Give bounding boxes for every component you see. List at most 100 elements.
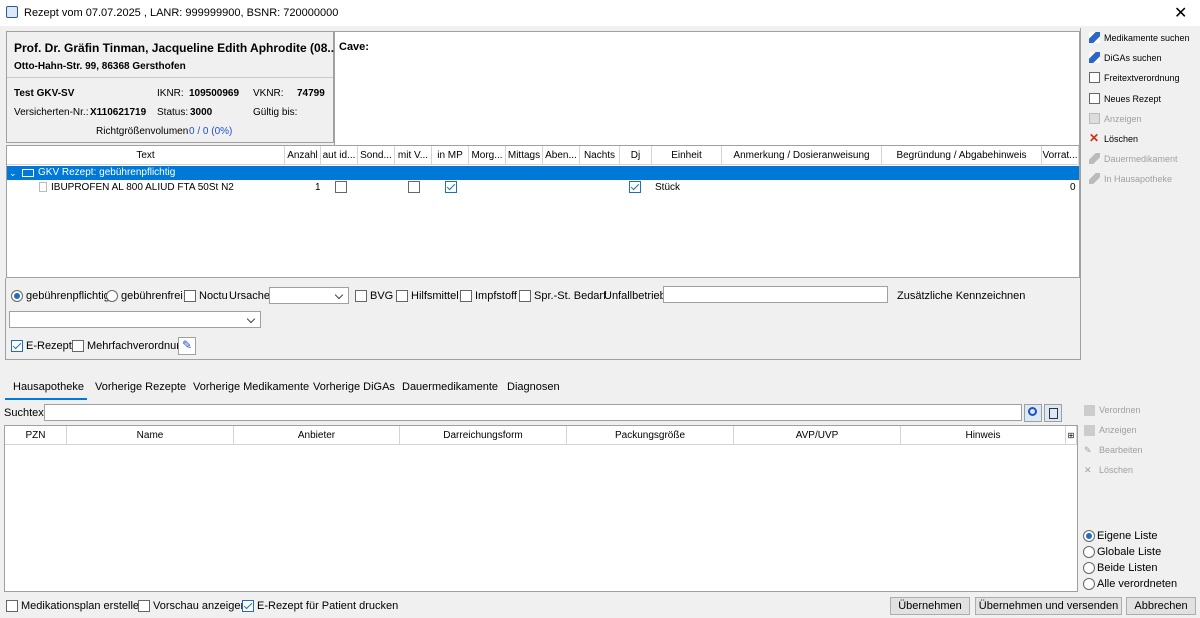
active-tab-indicator	[5, 398, 87, 400]
erezept-druck-label: E-Rezept für Patient drucken	[257, 600, 399, 612]
medplan-checkbox[interactable]	[6, 600, 18, 612]
loeschen-lower-button[interactable]: ✕ Löschen	[1084, 461, 1133, 479]
col-anzahl[interactable]: Anzahl	[285, 146, 321, 165]
col-begruendung[interactable]: Begründung / Abgabehinweis	[882, 146, 1042, 165]
col-morg[interactable]: Morg...	[469, 146, 506, 165]
hilfsmittel-label: Hilfsmittel	[411, 290, 459, 302]
noctu-label: Noctu	[199, 290, 228, 302]
inmp-checkbox[interactable]	[445, 181, 457, 193]
uebernehmen-versenden-button[interactable]: Übernehmen und versenden	[975, 597, 1122, 615]
ursache-dropdown[interactable]	[269, 287, 349, 304]
autid-checkbox[interactable]	[335, 181, 347, 193]
tab-vorherige-medikamente[interactable]: Vorherige Medikamente	[193, 381, 309, 393]
col-einheit[interactable]: Einheit	[652, 146, 722, 165]
anzeigen-button[interactable]: Anzeigen	[1088, 110, 1192, 128]
gebuehrenfrei-label: gebührenfrei	[121, 290, 183, 302]
col-mitv[interactable]: mit V...	[395, 146, 432, 165]
col-anmerkung[interactable]: Anmerkung / Dosieranweisung	[722, 146, 882, 165]
vknr-value: 74799	[297, 88, 325, 99]
col-autid[interactable]: aut id...	[321, 146, 358, 165]
erezept-checkbox[interactable]	[11, 340, 23, 352]
zusatz-dropdown[interactable]	[9, 311, 261, 328]
view-icon	[1084, 425, 1095, 437]
col-nachts[interactable]: Nachts	[580, 146, 620, 165]
unfallbetrieb-input[interactable]	[663, 286, 888, 303]
einheit-value[interactable]: Stück	[655, 180, 680, 195]
loeschen-button[interactable]: ✕ Löschen	[1088, 130, 1192, 148]
col-hinweis[interactable]: Hinweis	[901, 426, 1066, 445]
globale-liste-radio[interactable]	[1083, 546, 1095, 558]
anzeigen-lower-button[interactable]: Anzeigen	[1084, 421, 1137, 439]
dauermedikament-button[interactable]: Dauermedikament	[1088, 150, 1192, 168]
mehrfach-checkbox[interactable]	[72, 340, 84, 352]
col-inmp[interactable]: in MP	[432, 146, 469, 165]
document-icon	[39, 182, 47, 192]
dj-checkbox[interactable]	[629, 181, 641, 193]
col-avp[interactable]: AVP/UVP	[734, 426, 901, 445]
trash-button[interactable]	[1044, 404, 1062, 422]
delete-icon: ✕	[1089, 131, 1100, 145]
eigene-liste-radio[interactable]	[1083, 530, 1095, 542]
in-hausapotheke-button[interactable]: In Hausapotheke	[1088, 170, 1192, 188]
divider	[7, 77, 333, 78]
col-packungsgroesse[interactable]: Packungsgröße	[567, 426, 734, 445]
beide-listen-radio[interactable]	[1083, 562, 1095, 574]
vorschau-checkbox[interactable]	[138, 600, 150, 612]
col-mittags[interactable]: Mittags	[506, 146, 543, 165]
freitextverordnung-button[interactable]: Freitextverordnung	[1088, 69, 1192, 87]
tab-vorherige-digas[interactable]: Vorherige DiGAs	[313, 381, 395, 393]
bearbeiten-button[interactable]: ✎ Bearbeiten	[1084, 441, 1143, 459]
verordnen-button[interactable]: Verordnen	[1084, 401, 1141, 419]
noctu-checkbox[interactable]	[184, 290, 196, 302]
vorrat-value[interactable]: 0	[1070, 180, 1076, 195]
delete-icon: ✕	[1084, 465, 1092, 475]
erezept-druck-checkbox[interactable]	[242, 600, 254, 612]
tab-hausapotheke[interactable]: Hausapotheke	[13, 381, 84, 393]
bvg-checkbox[interactable]	[355, 290, 367, 302]
column-chooser-icon[interactable]: ⊞	[1066, 426, 1077, 445]
close-icon[interactable]: ✕	[1174, 3, 1187, 23]
neues-rezept-button[interactable]: Neues Rezept	[1088, 90, 1192, 108]
tab-dauermedikamente[interactable]: Dauermedikamente	[402, 381, 498, 393]
mitv-checkbox[interactable]	[408, 181, 420, 193]
gebuehrenpflichtig-radio[interactable]	[11, 290, 23, 302]
sprst-checkbox[interactable]	[519, 290, 531, 302]
bvg-label: BVG	[370, 290, 394, 302]
anzahl-value[interactable]: 1	[315, 180, 321, 195]
impfstoff-checkbox[interactable]	[460, 290, 472, 302]
uebernehmen-button[interactable]: Übernehmen	[890, 597, 970, 615]
erezept-label: E-Rezept	[26, 340, 72, 352]
alle-verordneten-radio[interactable]	[1083, 578, 1095, 590]
col-text[interactable]: Text	[7, 146, 285, 165]
tab-diagnosen[interactable]: Diagnosen	[507, 381, 560, 393]
iknr-label: IKNR:	[157, 88, 184, 99]
digas-suchen-button[interactable]: DiGAs suchen	[1088, 49, 1192, 67]
trash-icon	[1049, 408, 1058, 419]
table-row[interactable]: IBUPROFEN AL 800 ALIUD FTA 50St N2 1 Stü…	[7, 180, 1079, 195]
abbrechen-button[interactable]: Abbrechen	[1126, 597, 1196, 615]
col-darreichungsform[interactable]: Darreichungsform	[400, 426, 567, 445]
prescription-grid[interactable]: Text Anzahl aut id... Sond... mit V... i…	[6, 145, 1080, 278]
search-label: Suchtext:	[4, 407, 50, 419]
col-vorrat[interactable]: Vorrat...	[1042, 146, 1079, 165]
search-input[interactable]	[44, 404, 1022, 421]
edit-pencil-button[interactable]: ✎	[178, 337, 196, 355]
col-name[interactable]: Name	[67, 426, 234, 445]
cave-panel[interactable]: Cave:	[334, 31, 1080, 146]
gebuehrenfrei-radio[interactable]	[106, 290, 118, 302]
collapse-icon[interactable]: ⌄	[9, 166, 17, 180]
col-dj[interactable]: Dj	[620, 146, 652, 165]
hausapotheke-table[interactable]	[4, 425, 1078, 592]
col-aben[interactable]: Aben...	[543, 146, 580, 165]
col-sond[interactable]: Sond...	[358, 146, 395, 165]
hilfsmittel-checkbox[interactable]	[396, 290, 408, 302]
group-row[interactable]: ⌄ GKV Rezept: gebührenpflichtig	[7, 166, 1079, 180]
search-button[interactable]	[1024, 404, 1042, 422]
col-anbieter[interactable]: Anbieter	[234, 426, 400, 445]
tab-vorherige-rezepte[interactable]: Vorherige Rezepte	[95, 381, 186, 393]
eigene-liste-label: Eigene Liste	[1097, 530, 1158, 542]
patient-address: Otto-Hahn-Str. 99, 86368 Gersthofen	[14, 61, 186, 72]
col-pzn[interactable]: PZN	[5, 426, 67, 445]
medikamente-suchen-button[interactable]: Medikamente suchen	[1088, 29, 1192, 47]
cave-label: Cave:	[339, 41, 369, 53]
